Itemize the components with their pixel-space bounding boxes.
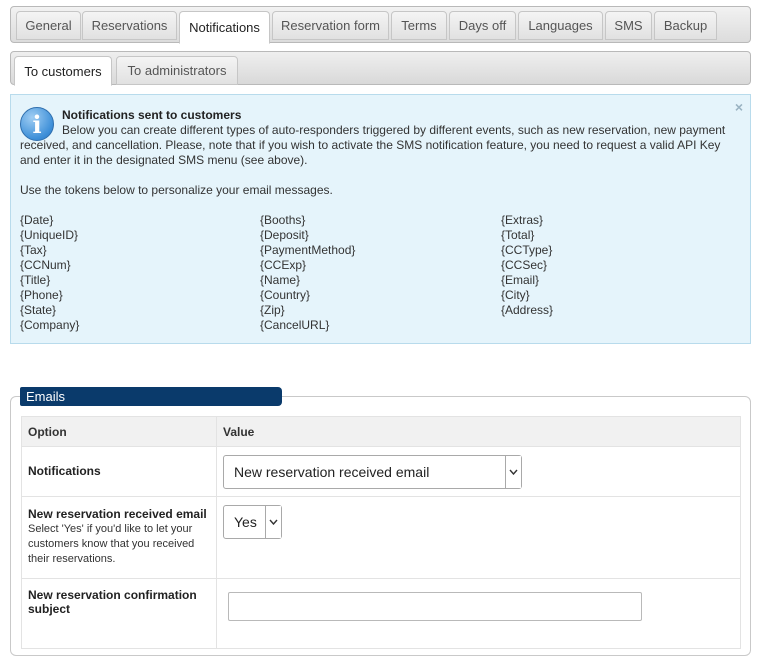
- notifications-select[interactable]: New reservation received email: [223, 455, 522, 489]
- token: {Tax}: [20, 243, 47, 257]
- table-row: New reservation confirmation subject: [21, 578, 741, 649]
- token: {Booths}: [260, 213, 306, 227]
- option-cell: Notifications: [21, 446, 217, 497]
- email-options-table: Option Value Notifications New reservati…: [21, 416, 741, 649]
- option-cell: New reservation confirmation subject: [21, 578, 217, 649]
- token: {State}: [20, 303, 57, 317]
- token: {Title}: [20, 273, 51, 287]
- table-header-row: Option Value: [21, 416, 741, 447]
- value-column-header: Value: [216, 416, 741, 447]
- table-row: New reservation received email Select 'Y…: [21, 496, 741, 579]
- tab-to-administrators[interactable]: To administrators: [116, 56, 238, 85]
- new-reservation-email-select-value: Yes: [234, 514, 257, 530]
- value-cell: Yes: [216, 496, 741, 579]
- info-title: Notifications sent to customers: [62, 108, 242, 122]
- new-reservation-email-help: Select 'Yes' if you'd like to let your c…: [28, 523, 195, 565]
- tab-languages[interactable]: Languages: [518, 11, 603, 40]
- token: {City}: [501, 288, 530, 302]
- tab-terms[interactable]: Terms: [391, 11, 447, 40]
- token: {Extras}: [501, 213, 544, 227]
- token: {CancelURL}: [260, 318, 330, 332]
- settings-tab-bar: General Reservations Notifications Reser…: [10, 6, 751, 44]
- tab-backup[interactable]: Backup: [654, 11, 717, 40]
- table-row: Notifications New reservation received e…: [21, 446, 741, 497]
- recipient-tab-bar: To customers To administrators: [10, 51, 751, 86]
- tokens-intro: Use the tokens below to personalize your…: [20, 183, 333, 197]
- token: {CCExp}: [260, 258, 307, 272]
- token-list: {Date} {Booths} {Extras} {UniqueID} {Dep…: [20, 213, 742, 333]
- value-cell: New reservation received email: [216, 446, 741, 497]
- info-description: Below you can create different types of …: [20, 123, 726, 167]
- token: {Country}: [260, 288, 311, 302]
- info-notice: i × Notifications sent to customers Belo…: [10, 94, 751, 344]
- token: [501, 318, 742, 333]
- confirmation-subject-input[interactable]: [228, 592, 642, 621]
- token: {CCType}: [501, 243, 553, 257]
- notifications-select-value: New reservation received email: [234, 464, 430, 480]
- token: {Deposit}: [260, 228, 309, 242]
- new-reservation-email-select[interactable]: Yes: [223, 505, 282, 539]
- tab-to-customers[interactable]: To customers: [14, 56, 112, 86]
- token: {PaymentMethod}: [260, 243, 356, 257]
- chevron-down-icon: [265, 506, 281, 538]
- token: {Email}: [501, 273, 540, 287]
- token: {Name}: [260, 273, 301, 287]
- token: {CCNum}: [20, 258, 71, 272]
- token: {CCSec}: [501, 258, 548, 272]
- option-column-header: Option: [21, 416, 217, 447]
- emails-legend: Emails: [20, 387, 282, 406]
- token: {Date}: [20, 213, 54, 227]
- new-reservation-email-label: New reservation received email: [28, 507, 207, 521]
- option-cell: New reservation received email Select 'Y…: [21, 496, 217, 579]
- token: {Phone}: [20, 288, 63, 302]
- close-icon[interactable]: ×: [735, 99, 743, 115]
- chevron-down-icon: [505, 456, 521, 488]
- tab-days-off[interactable]: Days off: [449, 11, 516, 40]
- token: {Zip}: [260, 303, 285, 317]
- token: {Address}: [501, 303, 554, 317]
- tab-reservations[interactable]: Reservations: [82, 11, 177, 40]
- notifications-label: Notifications: [28, 464, 101, 478]
- tab-notifications[interactable]: Notifications: [179, 11, 270, 44]
- confirmation-subject-label: New reservation confirmation subject: [28, 588, 197, 616]
- token: {UniqueID}: [20, 228, 79, 242]
- tab-general[interactable]: General: [16, 11, 81, 40]
- value-cell: [216, 578, 741, 649]
- token: {Company}: [20, 318, 80, 332]
- token: {Total}: [501, 228, 535, 242]
- tab-reservation-form[interactable]: Reservation form: [272, 11, 389, 40]
- tab-sms[interactable]: SMS: [605, 11, 652, 40]
